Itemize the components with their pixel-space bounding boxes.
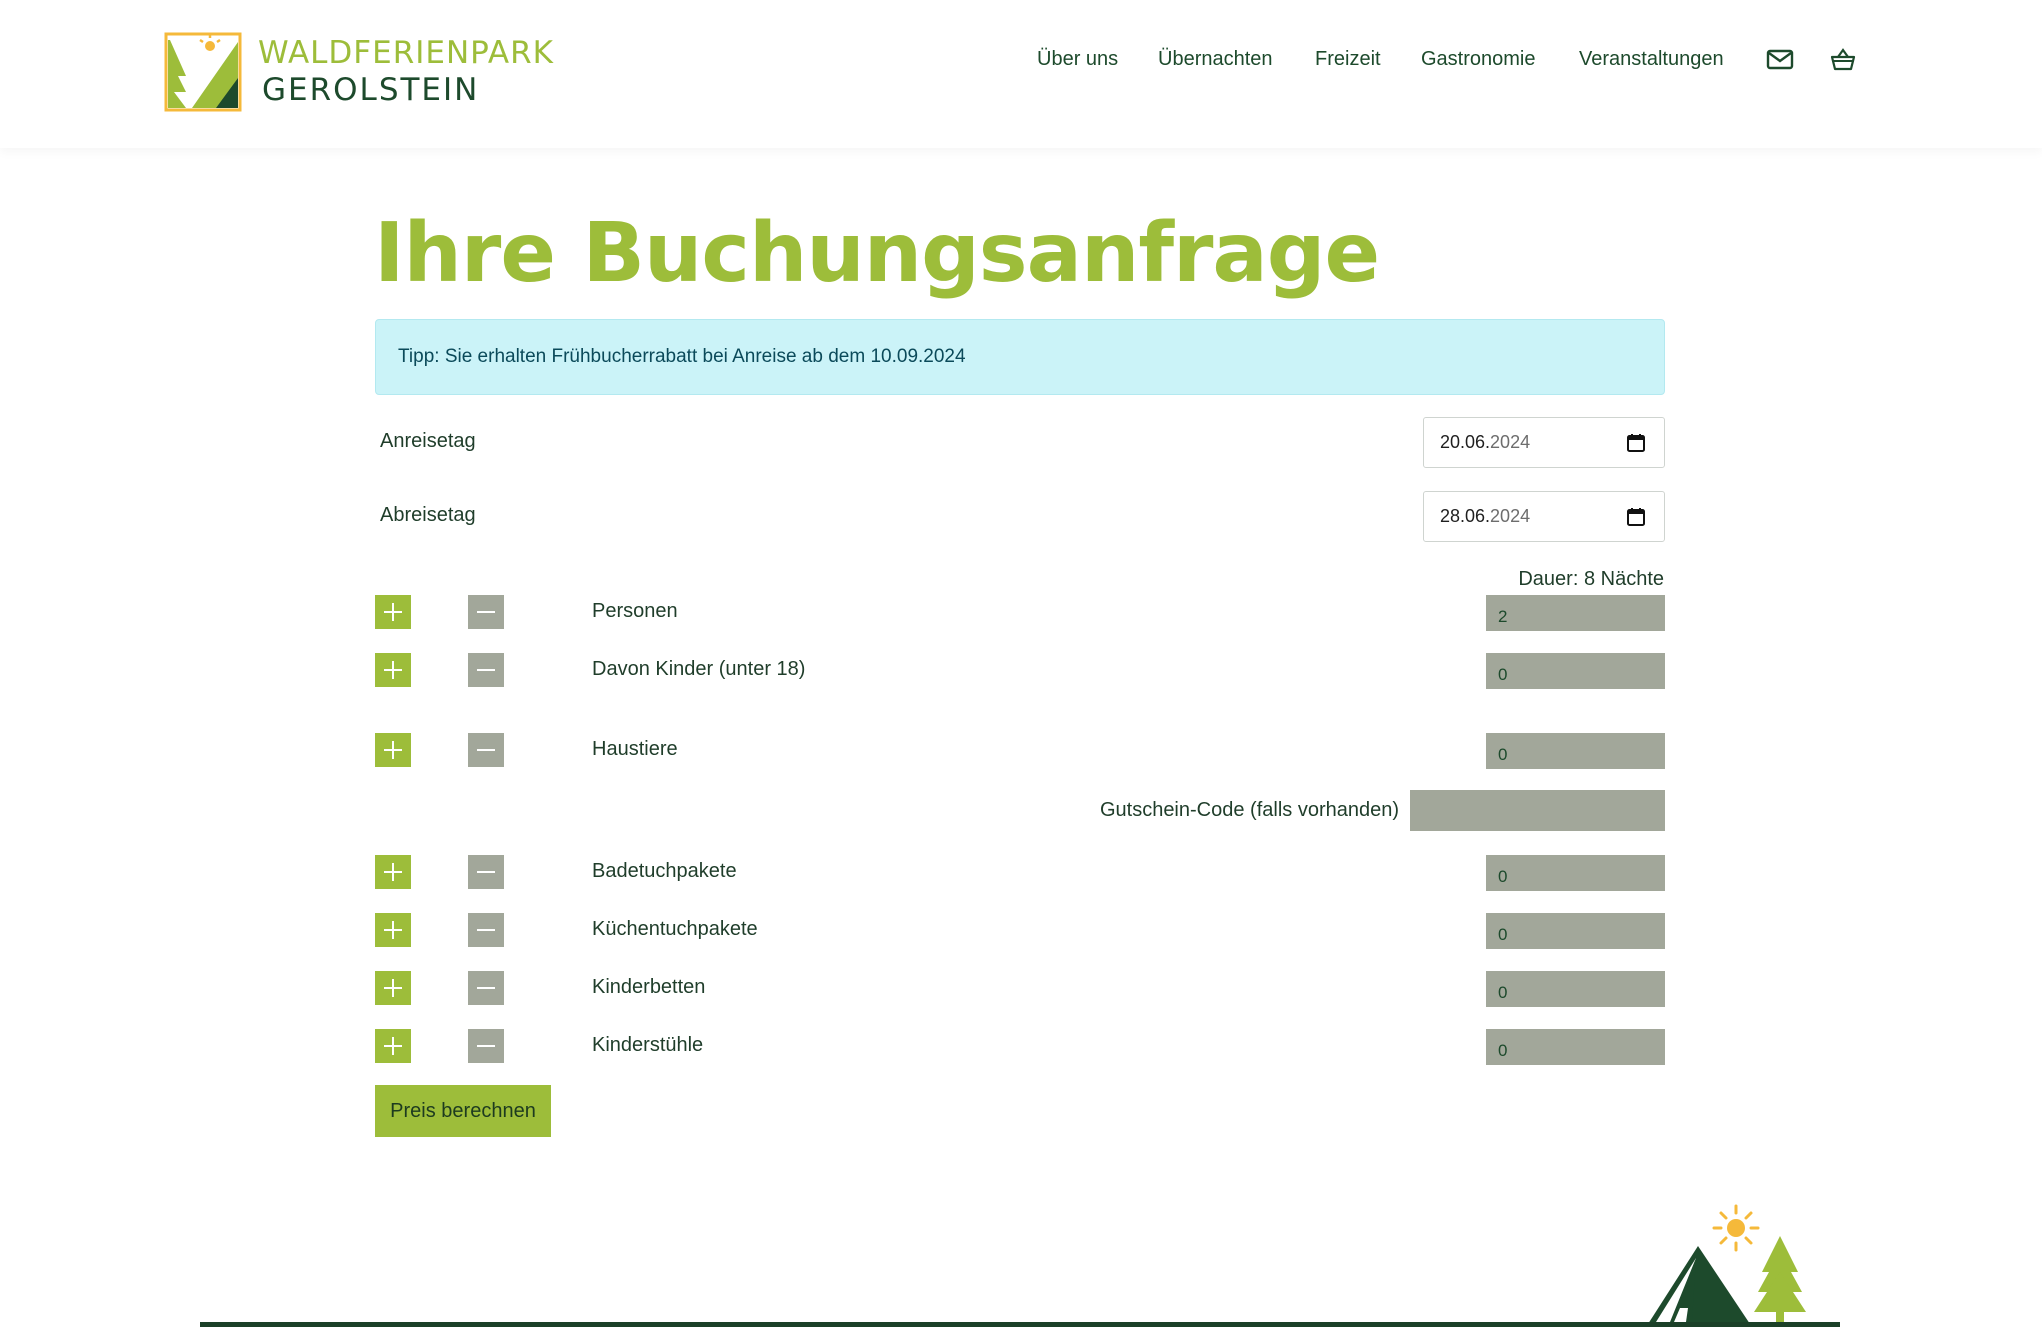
- nav-item-ueber-uns[interactable]: Über uns: [1037, 48, 1118, 71]
- voucher-code-input[interactable]: [1410, 790, 1665, 831]
- logo-text-line2: GEROLSTEIN: [262, 72, 480, 108]
- nav-item-gastronomie[interactable]: Gastronomie: [1421, 48, 1536, 71]
- tip-text: Tipp: Sie erhalten Frühbucherrabatt bei …: [398, 346, 966, 367]
- plus-icon: [384, 661, 402, 679]
- plus-icon: [384, 1037, 402, 1055]
- nav-item-uebernachten[interactable]: Übernachten: [1158, 48, 1273, 71]
- pine-tree-icon: [1754, 1236, 1806, 1324]
- plus-icon: [384, 979, 402, 997]
- increase-kitchen-towels-button[interactable]: [375, 913, 411, 947]
- departure-date-input[interactable]: 28.06. 2024: [1423, 491, 1665, 542]
- increase-children-button[interactable]: [375, 653, 411, 687]
- decrease-children-button[interactable]: [468, 653, 504, 687]
- departure-date-daymonth: 28.06.: [1440, 506, 1491, 526]
- minus-icon: [477, 1045, 495, 1047]
- footer-ground-line: [200, 1322, 1840, 1327]
- minus-icon: [477, 749, 495, 751]
- mail-icon[interactable]: [1766, 48, 1794, 72]
- calculate-price-button[interactable]: Preis berechnen: [375, 1085, 551, 1137]
- plus-icon: [384, 863, 402, 881]
- bath-towels-label: Badetuchpakete: [592, 860, 737, 882]
- high-chairs-count-field[interactable]: 0: [1486, 1029, 1665, 1065]
- persons-count-field[interactable]: 2: [1486, 595, 1665, 631]
- plus-icon: [384, 741, 402, 759]
- kitchen-towels-label: Küchentuchpakete: [592, 918, 758, 940]
- main-navigation: Über uns Übernachten Freizeit Gastronomi…: [0, 48, 2042, 76]
- increase-high-chairs-button[interactable]: [375, 1029, 411, 1063]
- high-chairs-label: Kinderstühle: [592, 1034, 704, 1056]
- minus-icon: [477, 987, 495, 989]
- increase-pets-button[interactable]: [375, 733, 411, 767]
- children-label: Davon Kinder (unter 18): [592, 658, 806, 680]
- pets-count-field[interactable]: 0: [1486, 733, 1665, 769]
- kitchen-towels-count-field[interactable]: 0: [1486, 913, 1665, 949]
- bath-towels-count-field[interactable]: 0: [1486, 855, 1665, 891]
- minus-icon: [477, 929, 495, 931]
- plus-icon: [384, 921, 402, 939]
- minus-icon: [477, 669, 495, 671]
- nav-item-freizeit[interactable]: Freizeit: [1315, 48, 1381, 71]
- early-booking-tip: Tipp: Sie erhalten Frühbucherrabatt bei …: [375, 319, 1665, 395]
- decrease-high-chairs-button[interactable]: [468, 1029, 504, 1063]
- tent-trees-sun-illustration: [1648, 1204, 1806, 1324]
- arrival-date-year: 2024: [1490, 432, 1531, 452]
- departure-date-year: 2024: [1490, 506, 1531, 526]
- minus-icon: [477, 611, 495, 613]
- plus-icon: [384, 603, 402, 621]
- decrease-bath-towels-button[interactable]: [468, 855, 504, 889]
- decrease-pets-button[interactable]: [468, 733, 504, 767]
- cots-label: Kinderbetten: [592, 976, 706, 998]
- sun-icon: [1712, 1204, 1760, 1252]
- site-header: WALDFERIENPARK GEROLSTEIN Über uns Übern…: [0, 0, 2042, 148]
- arrival-date-input[interactable]: 20.06. 2024: [1423, 417, 1665, 468]
- decrease-persons-button[interactable]: [468, 595, 504, 629]
- persons-label: Personen: [592, 600, 678, 622]
- increase-persons-button[interactable]: [375, 595, 411, 629]
- basket-icon[interactable]: [1829, 48, 1857, 72]
- decrease-cots-button[interactable]: [468, 971, 504, 1005]
- calendar-icon[interactable]: [1626, 433, 1646, 453]
- decrease-kitchen-towels-button[interactable]: [468, 913, 504, 947]
- children-count-field[interactable]: 0: [1486, 653, 1665, 689]
- departure-label: Abreisetag: [380, 504, 476, 526]
- nav-item-veranstaltungen[interactable]: Veranstaltungen: [1579, 48, 1724, 71]
- pets-label: Haustiere: [592, 738, 678, 760]
- arrival-date-daymonth: 20.06.: [1440, 432, 1491, 452]
- increase-cots-button[interactable]: [375, 971, 411, 1005]
- tent-icon: [1648, 1246, 1750, 1324]
- arrival-label: Anreisetag: [380, 430, 476, 452]
- cots-count-field[interactable]: 0: [1486, 971, 1665, 1007]
- voucher-label: Gutschein-Code (falls vorhanden): [1099, 799, 1399, 821]
- page-title: Ihre Buchungsanfrage: [374, 206, 1380, 301]
- increase-bath-towels-button[interactable]: [375, 855, 411, 889]
- calendar-icon[interactable]: [1626, 507, 1646, 527]
- stay-duration: Dauer: 8 Nächte: [1518, 568, 1664, 590]
- minus-icon: [477, 871, 495, 873]
